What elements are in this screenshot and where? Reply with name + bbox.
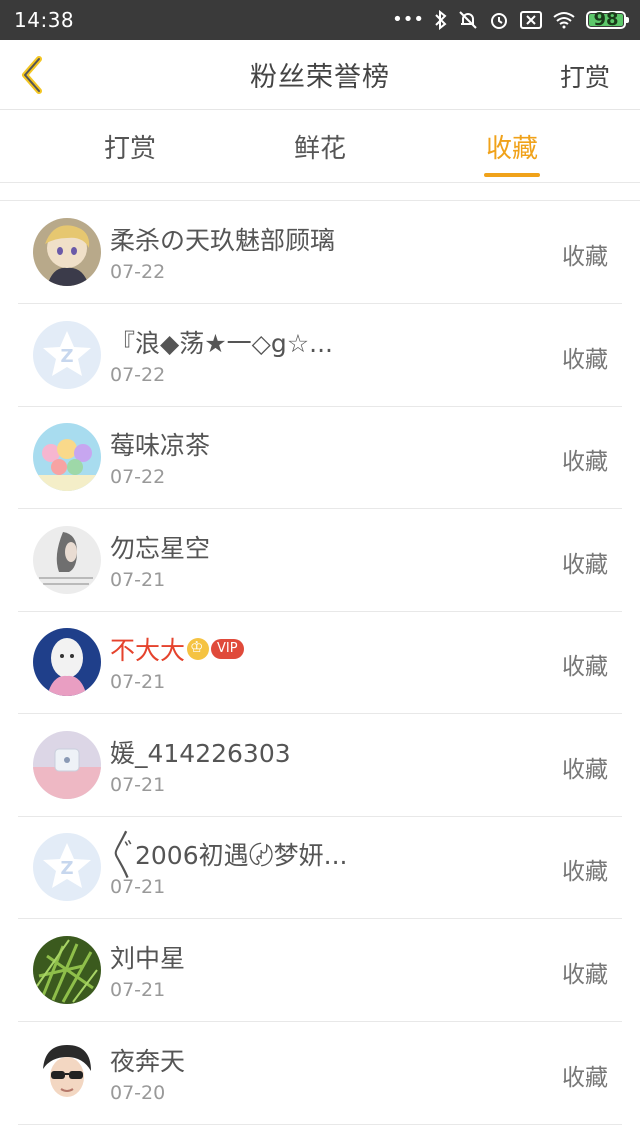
list-item[interactable]: 莓味凉茶 07-22 收藏 bbox=[18, 406, 622, 509]
fans-list[interactable]: 柔杀の天玖魅部顾璃 07-22 收藏 Z 『浪◆荡★一◇g☆... 07-22 … bbox=[0, 183, 640, 1138]
avatar[interactable] bbox=[33, 936, 101, 1004]
sim-icon bbox=[520, 11, 542, 29]
tab-flowers[interactable]: 鲜花 bbox=[250, 110, 390, 183]
favorite-label: 收藏 bbox=[562, 552, 608, 578]
list-item[interactable]: Z 『浪◆荡★一◇g☆... 07-22 收藏 bbox=[18, 304, 622, 407]
avatar[interactable] bbox=[33, 731, 101, 799]
bluetooth-icon bbox=[434, 10, 448, 30]
status-bar: 14:38 ••• 98 bbox=[0, 0, 640, 40]
vip-badge: VIP bbox=[211, 639, 244, 659]
fan-date: 07-21 bbox=[110, 774, 166, 796]
status-time: 14:38 bbox=[14, 8, 75, 32]
tab-favorites-label: 收藏 bbox=[485, 134, 538, 164]
fan-name: 勿忘星空 bbox=[110, 534, 211, 563]
list-item[interactable]: 勿忘星空 07-21 收藏 bbox=[18, 509, 622, 612]
tab-flowers-label: 鲜花 bbox=[293, 134, 346, 164]
avatar[interactable] bbox=[33, 526, 101, 594]
list-item[interactable]: 夜奔天 07-20 收藏 bbox=[18, 1022, 622, 1125]
svg-text:Z: Z bbox=[60, 858, 73, 879]
page-title: 粉丝荣誉榜 bbox=[250, 62, 390, 93]
avatar[interactable] bbox=[33, 423, 101, 491]
tab-reward[interactable]: 打赏 bbox=[60, 110, 200, 183]
list-item[interactable]: Z 〲2006初遇〄梦妍... 07-21 收藏 bbox=[18, 816, 622, 919]
alarm-icon bbox=[488, 9, 510, 31]
reward-button[interactable]: 打赏 bbox=[560, 58, 610, 94]
fan-date: 07-21 bbox=[110, 876, 166, 898]
more-dots-icon: ••• bbox=[392, 9, 424, 30]
list-item[interactable]: 不大大 VIP 07-21 收藏 bbox=[18, 611, 622, 714]
favorite-label: 收藏 bbox=[562, 654, 608, 680]
favorite-label: 收藏 bbox=[562, 347, 608, 373]
list-item[interactable]: 柔杀の天玖魅部顾璃 07-22 收藏 bbox=[18, 201, 622, 304]
fan-date: 07-22 bbox=[110, 466, 166, 488]
header: 粉丝荣誉榜 打赏 bbox=[0, 40, 640, 110]
status-icons: ••• 98 bbox=[392, 9, 629, 31]
fan-name: 不大大 bbox=[110, 636, 186, 665]
battery-level: 98 bbox=[589, 11, 623, 29]
chevron-left-icon bbox=[22, 56, 42, 94]
fan-date: 07-21 bbox=[110, 671, 166, 693]
favorite-label: 收藏 bbox=[562, 962, 608, 988]
fan-name: 夜奔天 bbox=[110, 1047, 186, 1076]
favorite-label: 收藏 bbox=[562, 449, 608, 475]
svg-text:Z: Z bbox=[60, 346, 73, 367]
tab-bar: 打赏 鲜花 收藏 bbox=[0, 110, 640, 183]
wifi-icon bbox=[552, 11, 576, 29]
avatar[interactable] bbox=[33, 1039, 101, 1107]
favorite-label: 收藏 bbox=[562, 244, 608, 270]
fan-name: 〲2006初遇〄梦妍... bbox=[110, 841, 348, 870]
fan-name: 柔杀の天玖魅部顾璃 bbox=[110, 226, 336, 255]
favorite-label: 收藏 bbox=[562, 859, 608, 885]
fan-date: 07-22 bbox=[110, 261, 166, 283]
list-item[interactable]: 刘中星 07-21 收藏 bbox=[18, 919, 622, 1022]
fan-date: 07-21 bbox=[110, 569, 166, 591]
back-button[interactable] bbox=[14, 54, 50, 96]
avatar[interactable]: Z bbox=[33, 833, 101, 901]
fan-date: 07-20 bbox=[110, 1082, 166, 1104]
battery-icon: 98 bbox=[586, 11, 629, 29]
avatar[interactable] bbox=[33, 628, 101, 696]
fan-name: 媛_414226303 bbox=[110, 739, 291, 768]
active-tab-indicator bbox=[484, 173, 540, 177]
avatar[interactable] bbox=[33, 218, 101, 286]
tab-favorites[interactable]: 收藏 bbox=[442, 110, 582, 183]
list-item-partial bbox=[0, 183, 640, 201]
crown-icon bbox=[187, 638, 210, 660]
fan-date: 07-22 bbox=[110, 364, 166, 386]
mute-icon bbox=[458, 10, 478, 30]
fan-date: 07-21 bbox=[110, 979, 166, 1001]
list-item[interactable]: 媛_414226303 07-21 收藏 bbox=[18, 714, 622, 817]
fan-name-row: 不大大 VIP bbox=[110, 631, 244, 667]
fan-name: 刘中星 bbox=[110, 944, 186, 973]
fan-name: 『浪◆荡★一◇g☆... bbox=[110, 329, 333, 358]
fan-name: 莓味凉茶 bbox=[110, 431, 211, 460]
avatar[interactable]: Z bbox=[33, 321, 101, 389]
tab-reward-label: 打赏 bbox=[103, 134, 156, 164]
favorite-label: 收藏 bbox=[562, 757, 608, 783]
favorite-label: 收藏 bbox=[562, 1065, 608, 1091]
